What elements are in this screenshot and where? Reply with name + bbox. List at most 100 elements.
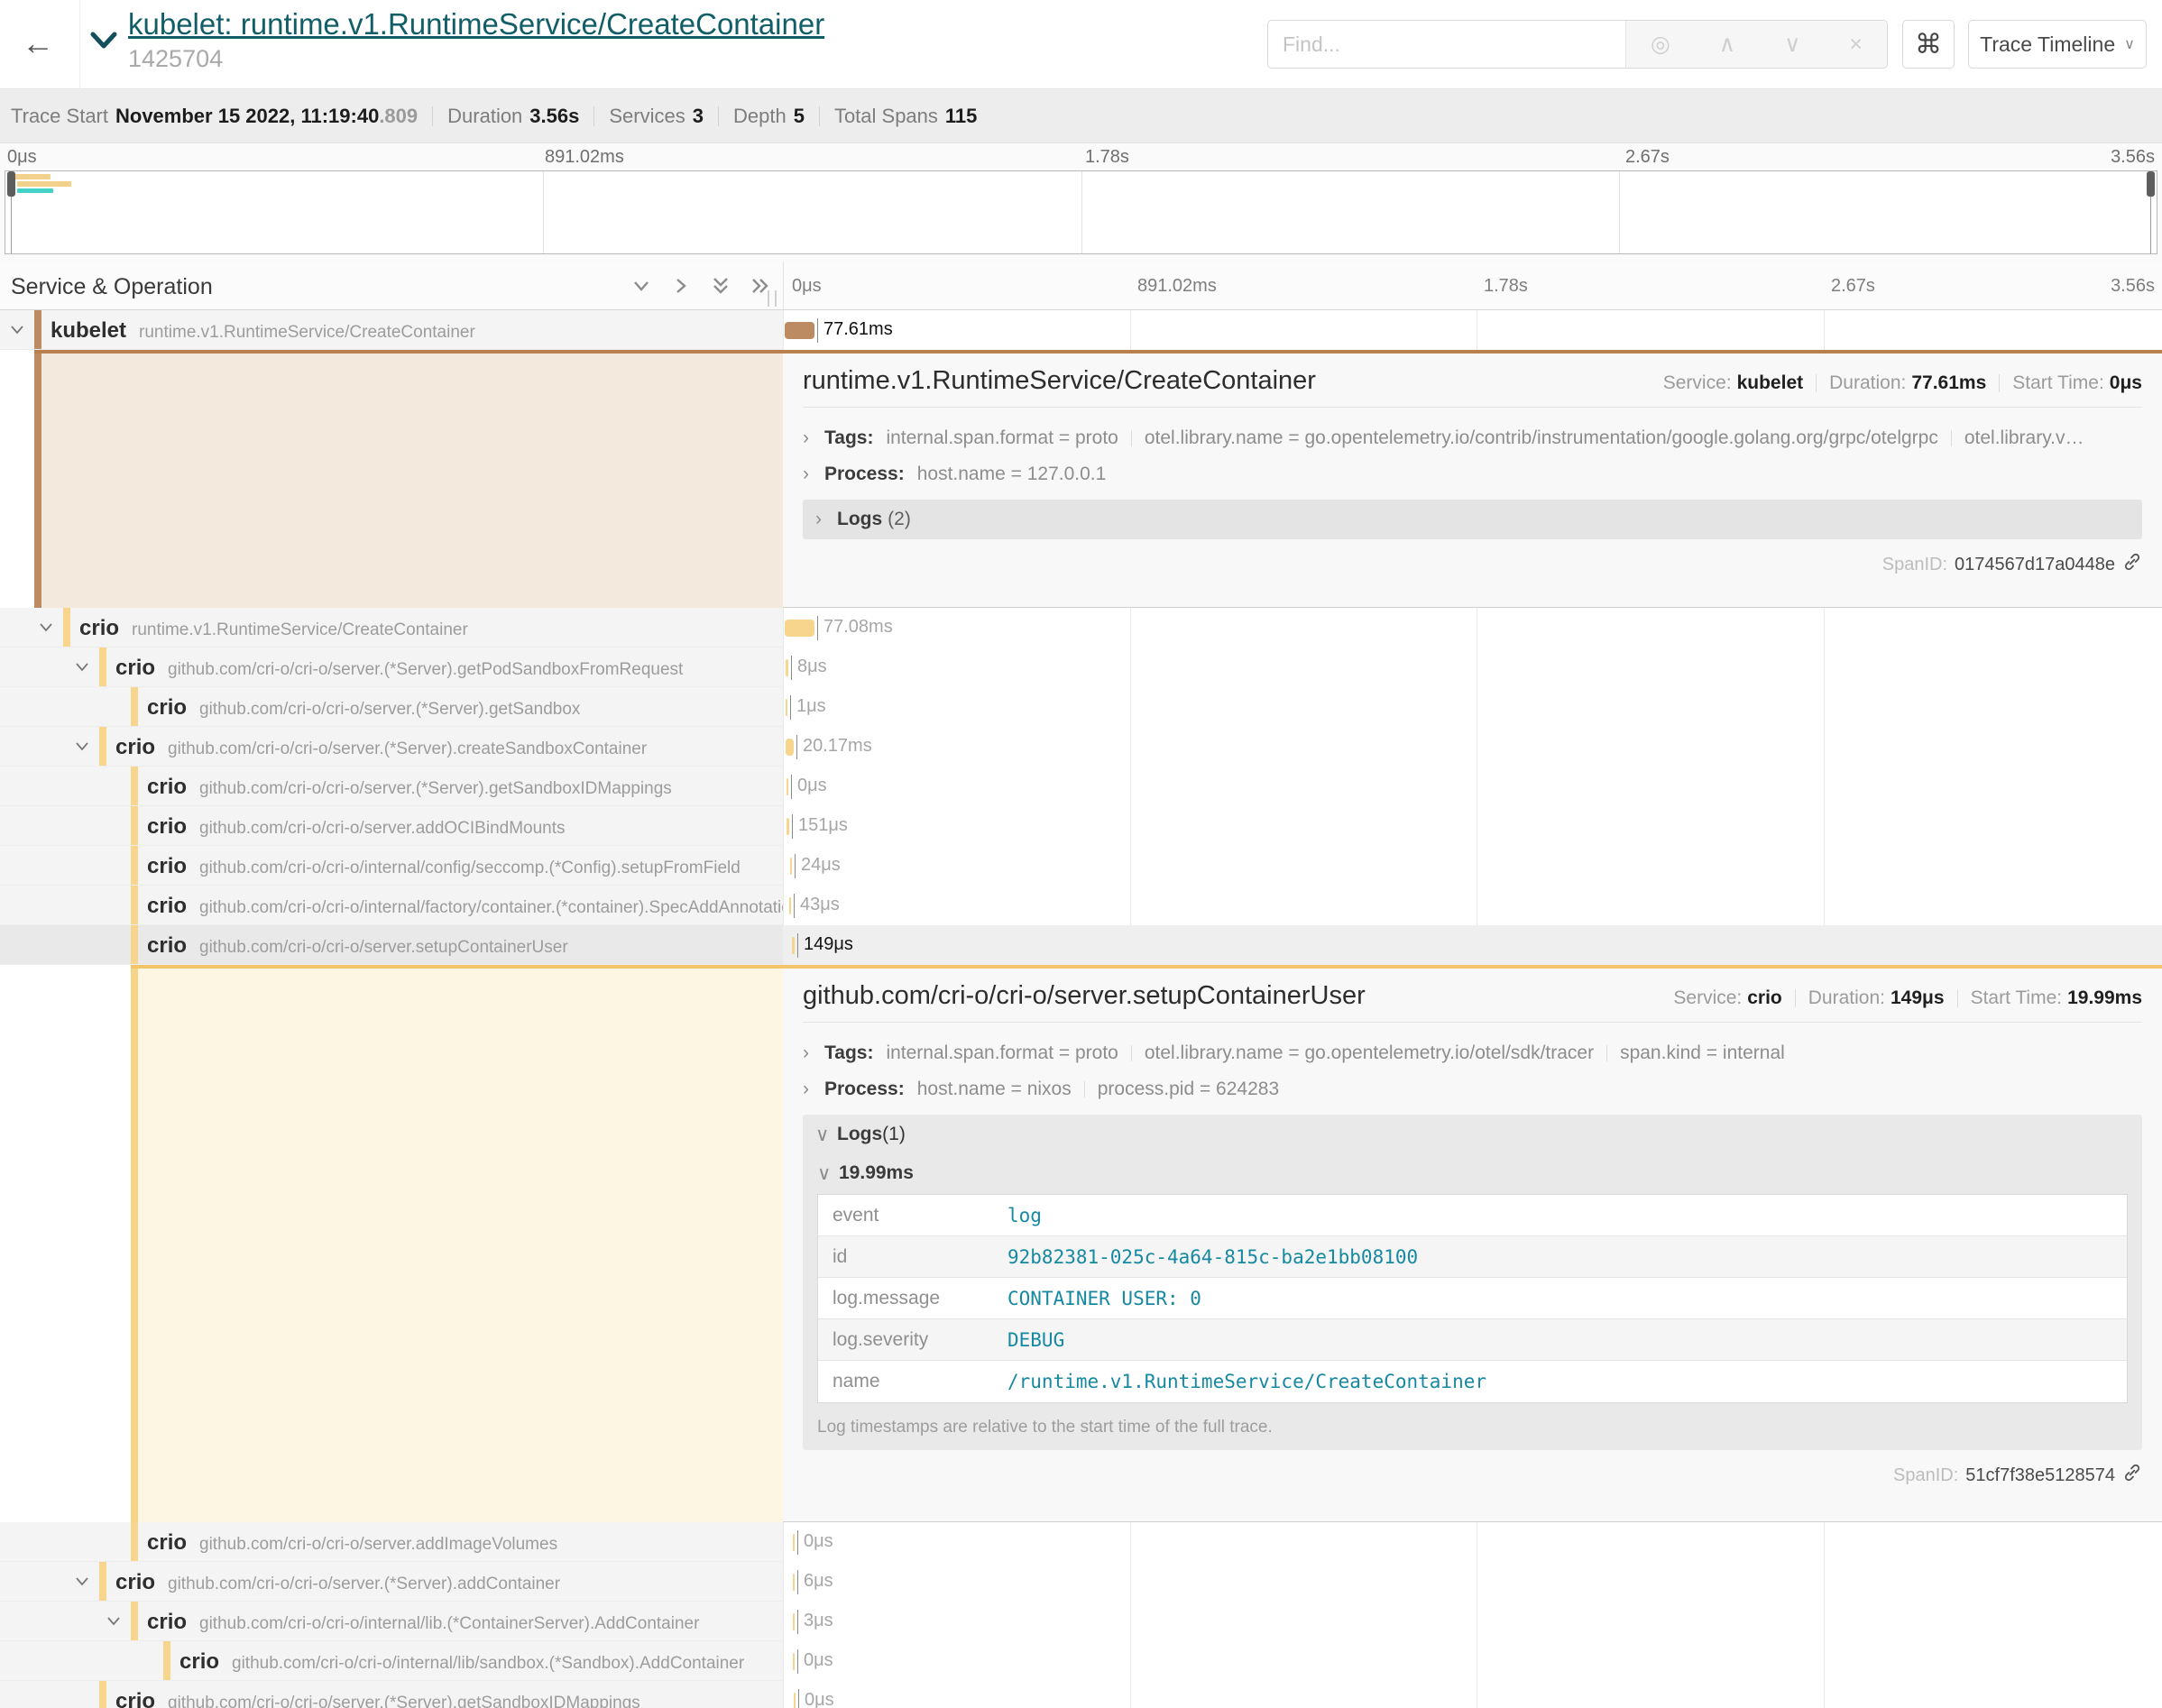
span-expander-chevron-down-icon[interactable] [106, 1614, 122, 1629]
span-row[interactable]: criogithub.com/cri-o/cri-o/server.(*Serv… [0, 767, 2162, 806]
span-duration-bar[interactable] [786, 739, 794, 756]
process-accordion[interactable]: › Process: host.name = 127.0.0.1 [803, 456, 2142, 492]
span-row[interactable]: kubeletruntime.v1.RuntimeService/CreateC… [0, 310, 2162, 350]
span-name-cell[interactable]: crioruntime.v1.RuntimeService/CreateCont… [0, 608, 783, 647]
span-name-cell[interactable]: criogithub.com/cri-o/cri-o/internal/fact… [0, 886, 783, 925]
header-collapse-toggle[interactable] [88, 29, 119, 57]
span-duration-bar[interactable] [786, 699, 787, 716]
view-selector-button[interactable]: Trace Timeline ∨ [1968, 20, 2147, 69]
link-icon[interactable] [2122, 1463, 2142, 1488]
minimap-scrubber-left-handle[interactable] [7, 171, 15, 197]
span-duration-bar[interactable] [794, 1693, 796, 1708]
span-expander-chevron-down-icon[interactable] [74, 660, 90, 675]
span-timeline-cell[interactable]: 6μs [783, 1562, 2162, 1602]
service-color-strip [131, 767, 138, 805]
logs-accordion-header[interactable]: ∨ Logs (1) [803, 1115, 2142, 1154]
span-duration-bar[interactable] [793, 1534, 795, 1551]
span-timeline-cell[interactable]: 24μs [783, 846, 2162, 886]
span-row[interactable]: criogithub.com/cri-o/cri-o/internal/fact… [0, 886, 2162, 925]
span-row[interactable]: criogithub.com/cri-o/cri-o/server.(*Serv… [0, 1562, 2162, 1602]
span-row[interactable]: criogithub.com/cri-o/cri-o/server.(*Serv… [0, 687, 2162, 727]
span-row[interactable]: criogithub.com/cri-o/cri-o/internal/lib.… [0, 1602, 2162, 1641]
minimap-canvas[interactable] [5, 170, 2157, 254]
span-row[interactable]: criogithub.com/cri-o/cri-o/internal/conf… [0, 846, 2162, 886]
span-row[interactable]: criogithub.com/cri-o/cri-o/server.(*Serv… [0, 1681, 2162, 1708]
locate-icon[interactable]: ◎ [1651, 31, 1670, 58]
process-accordion[interactable]: › Process: host.name = nixos process.pid… [803, 1071, 2142, 1107]
tags-accordion[interactable]: › Tags: internal.span.format = proto ote… [803, 420, 2142, 456]
span-row[interactable]: criogithub.com/cri-o/cri-o/server.addIma… [0, 1522, 2162, 1562]
span-row[interactable]: crioruntime.v1.RuntimeService/CreateCont… [0, 608, 2162, 647]
service-label: Service: [1663, 372, 1732, 394]
span-timeline-cell[interactable]: 149μs [783, 925, 2162, 965]
span-name-cell[interactable]: criogithub.com/cri-o/cri-o/internal/conf… [0, 846, 783, 886]
span-timeline-cell[interactable]: 77.08ms [783, 608, 2162, 647]
find-clear-icon[interactable]: × [1849, 32, 1863, 58]
operation-name: github.com/cri-o/cri-o/internal/lib/sand… [232, 1654, 744, 1673]
service-color-strip [99, 647, 106, 686]
back-button[interactable]: ← [13, 16, 63, 70]
span-expander-chevron-down-icon[interactable] [9, 323, 25, 337]
span-name-cell[interactable]: criogithub.com/cri-o/cri-o/server.(*Serv… [0, 767, 783, 806]
span-duration-bar[interactable] [793, 1574, 795, 1591]
span-expander-chevron-down-icon[interactable] [74, 1575, 90, 1589]
span-name-cell[interactable]: criogithub.com/cri-o/cri-o/server.(*Serv… [0, 1681, 783, 1708]
start-time-label: Start Time: [1971, 987, 2063, 1009]
span-name-cell[interactable]: criogithub.com/cri-o/cri-o/server.(*Serv… [0, 647, 783, 687]
span-timeline-cell[interactable]: 20.17ms [783, 727, 2162, 767]
span-timeline-cell[interactable]: 3μs [783, 1602, 2162, 1641]
span-duration-bar[interactable] [790, 858, 792, 875]
span-duration-bar[interactable] [789, 897, 791, 914]
span-duration-bar[interactable] [793, 1613, 795, 1630]
span-duration-bar[interactable] [785, 620, 814, 637]
span-timeline-cell[interactable]: 0μs [783, 1681, 2162, 1708]
span-name-cell[interactable]: criogithub.com/cri-o/cri-o/server.(*Serv… [0, 1562, 783, 1602]
keyboard-shortcuts-button[interactable]: ⌘ [1902, 20, 1955, 69]
span-name-cell[interactable]: criogithub.com/cri-o/cri-o/server.(*Serv… [0, 727, 783, 767]
collapse-one-icon[interactable] [631, 276, 651, 300]
span-duration-bar[interactable] [793, 1653, 795, 1670]
span-duration-bar[interactable] [786, 659, 788, 676]
minimap-scrubber-right-handle[interactable] [2147, 171, 2155, 197]
span-duration-bar[interactable] [785, 322, 814, 339]
span-name-cell[interactable]: kubeletruntime.v1.RuntimeService/CreateC… [0, 310, 783, 350]
span-duration-bar[interactable] [792, 937, 795, 954]
span-timeline-cell[interactable]: 8μs [783, 647, 2162, 687]
span-row[interactable]: criogithub.com/cri-o/cri-o/internal/lib/… [0, 1641, 2162, 1681]
span-name-cell[interactable]: criogithub.com/cri-o/cri-o/server.addIma… [0, 1522, 783, 1562]
span-row[interactable]: criogithub.com/cri-o/cri-o/server.setupC… [0, 925, 2162, 965]
span-row[interactable]: criogithub.com/cri-o/cri-o/server.addOCI… [0, 806, 2162, 846]
link-icon[interactable] [2122, 552, 2142, 577]
span-name-cell[interactable]: criogithub.com/cri-o/cri-o/server.setupC… [0, 925, 783, 965]
span-duration-bar[interactable] [787, 818, 789, 835]
span-timeline-cell[interactable]: 77.61ms [783, 310, 2162, 350]
span-timeline-cell[interactable]: 1μs [783, 687, 2162, 727]
span-name-cell[interactable]: criogithub.com/cri-o/cri-o/internal/lib.… [0, 1602, 783, 1641]
find-next-icon[interactable]: ∨ [1784, 31, 1800, 58]
span-timeline-cell[interactable]: 0μs [783, 1641, 2162, 1681]
span-row[interactable]: criogithub.com/cri-o/cri-o/server.(*Serv… [0, 727, 2162, 767]
span-name-cell[interactable]: criogithub.com/cri-o/cri-o/server.addOCI… [0, 806, 783, 846]
column-resizer-grip[interactable] [768, 290, 777, 307]
log-entry-toggle[interactable]: ∨ 19.99ms [803, 1154, 2142, 1192]
span-name-cell[interactable]: criogithub.com/cri-o/cri-o/server.(*Serv… [0, 687, 783, 727]
span-detail-crio: github.com/cri-o/cri-o/server.setupConta… [131, 965, 2162, 1522]
span-expander-chevron-down-icon[interactable] [74, 739, 90, 754]
span-timeline-cell[interactable]: 0μs [783, 767, 2162, 806]
find-input[interactable] [1268, 21, 1625, 68]
trace-title-link[interactable]: kubelet: runtime.v1.RuntimeService/Creat… [128, 7, 824, 41]
span-duration-bar[interactable] [787, 778, 788, 795]
logs-accordion-collapsed[interactable]: › Logs (2) [803, 500, 2142, 539]
span-timeline-cell[interactable]: 151μs [783, 806, 2162, 846]
span-timeline-cell[interactable]: 43μs [783, 886, 2162, 925]
span-row[interactable]: criogithub.com/cri-o/cri-o/server.(*Serv… [0, 647, 2162, 687]
span-timeline-cell[interactable]: 0μs [783, 1522, 2162, 1562]
collapse-all-icon[interactable] [711, 276, 731, 300]
expand-one-icon[interactable] [671, 276, 691, 300]
find-prev-icon[interactable]: ∧ [1719, 31, 1735, 58]
span-name-cell[interactable]: criogithub.com/cri-o/cri-o/internal/lib/… [0, 1641, 783, 1681]
span-expander-chevron-down-icon[interactable] [38, 620, 54, 635]
tags-accordion[interactable]: › Tags: internal.span.format = proto ote… [803, 1035, 2142, 1071]
span-bar-tick [794, 894, 795, 918]
minimap-gridline [1081, 171, 1082, 253]
